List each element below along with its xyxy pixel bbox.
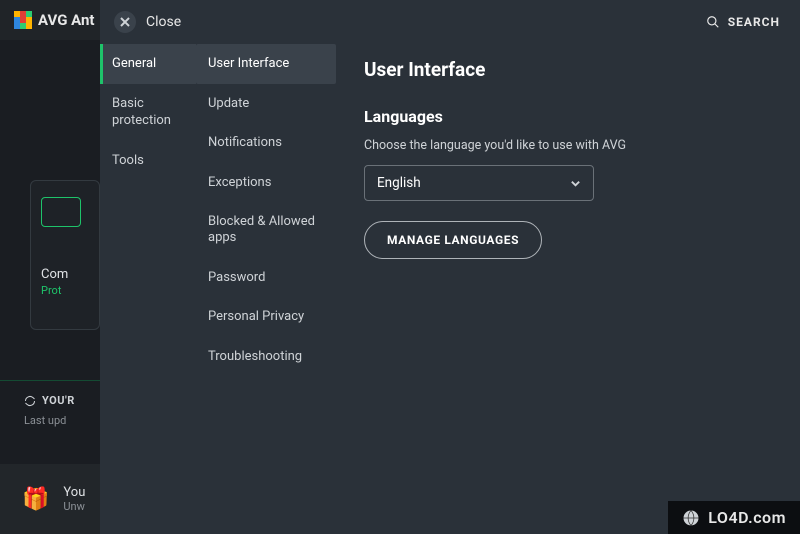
nav2-notifications[interactable]: Notifications — [196, 123, 336, 163]
watermark: LO4D.com — [668, 501, 800, 534]
bg-banner-title: You — [63, 485, 85, 500]
globe-icon — [682, 509, 700, 527]
nav2-user-interface[interactable]: User Interface — [196, 44, 336, 84]
nav1-general[interactable]: General — [100, 44, 196, 84]
avg-logo: AVG Ant — [14, 11, 94, 29]
nav2-update[interactable]: Update — [196, 84, 336, 124]
nav2-blocked-allowed[interactable]: Blocked & Allowed apps — [196, 202, 336, 257]
search-icon — [706, 15, 720, 29]
nav2-password[interactable]: Password — [196, 258, 336, 298]
settings-nav-primary: General Basic protection Tools — [100, 44, 196, 534]
close-button[interactable]: Close — [114, 11, 181, 33]
chevron-down-icon — [570, 178, 581, 189]
language-helptext: Choose the language you'd like to use wi… — [364, 138, 772, 153]
nav1-tools[interactable]: Tools — [100, 141, 196, 181]
settings-body: General Basic protection Tools User Inte… — [100, 44, 800, 534]
settings-nav-secondary: User Interface Update Notifications Exce… — [196, 44, 336, 534]
settings-panel: Close SEARCH General Basic protection To… — [100, 0, 800, 534]
section-title-languages: Languages — [364, 107, 772, 126]
watermark-text: LO4D.com — [708, 508, 786, 527]
nav1-basic-protection[interactable]: Basic protection — [100, 84, 196, 141]
language-select-value: English — [377, 175, 421, 191]
search-label: SEARCH — [728, 15, 780, 29]
bg-last-update: Last upd — [24, 414, 66, 427]
nav2-personal-privacy[interactable]: Personal Privacy — [196, 297, 336, 337]
language-select[interactable]: English — [364, 165, 594, 201]
bg-banner-subtitle: Unw — [63, 500, 85, 513]
search-button[interactable]: SEARCH — [706, 15, 780, 29]
bg-status: YOU'R — [24, 394, 75, 407]
app-name: AVG Ant — [38, 11, 94, 29]
avg-logo-icon — [14, 11, 32, 29]
manage-languages-button[interactable]: MANAGE LANGUAGES — [364, 221, 542, 259]
monitor-icon — [41, 197, 81, 227]
settings-header: Close SEARCH — [100, 0, 800, 44]
bg-card-subtitle: Prot — [41, 284, 89, 297]
settings-content: User Interface Languages Choose the lang… — [336, 44, 800, 534]
close-label: Close — [146, 14, 181, 30]
close-icon — [114, 11, 136, 33]
refresh-icon — [24, 395, 36, 407]
bg-card-computer[interactable]: Com Prot — [30, 180, 100, 330]
nav2-troubleshooting[interactable]: Troubleshooting — [196, 337, 336, 377]
gift-icon: 🎁 — [22, 487, 49, 512]
nav2-exceptions[interactable]: Exceptions — [196, 163, 336, 203]
bg-card-title: Com — [41, 267, 89, 282]
page-title: User Interface — [364, 58, 772, 81]
